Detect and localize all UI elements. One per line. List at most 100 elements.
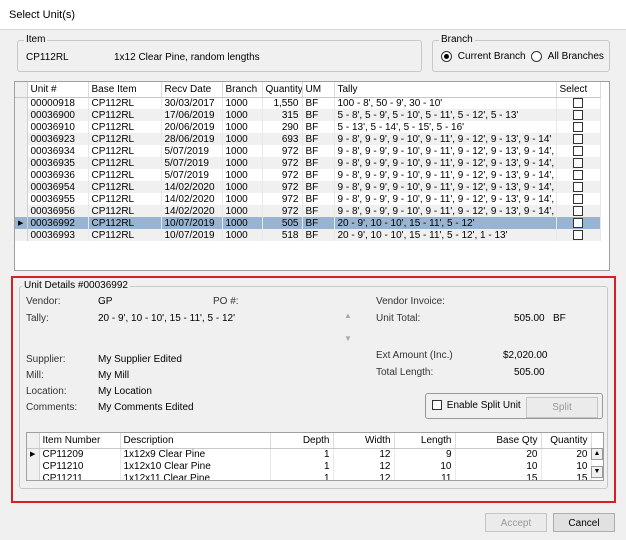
table-row[interactable]: CP11211 1x12x11 Clear Pine 1 12 11 15 15 <box>27 472 592 480</box>
table-cell: 972 <box>262 181 303 193</box>
current-branch-radio[interactable]: Current Branch <box>441 51 526 62</box>
column-header[interactable]: Depth <box>270 433 334 449</box>
column-header[interactable]: Quantity <box>262 82 303 98</box>
table-cell: 5 - 8', 5 - 9', 5 - 10', 5 - 11', 5 - 12… <box>334 109 557 121</box>
scroll-down-icon[interactable]: ▼ <box>591 466 603 478</box>
row-header[interactable] <box>15 145 28 157</box>
select-checkbox[interactable] <box>573 193 583 204</box>
table-cell: 9 - 8', 9 - 9', 9 - 10', 9 - 11', 9 - 12… <box>334 193 557 205</box>
row-header[interactable] <box>15 193 28 205</box>
row-header[interactable] <box>15 169 28 181</box>
column-header[interactable]: Select <box>556 82 601 98</box>
column-header[interactable]: Quantity <box>541 433 592 449</box>
comments-value: My Comments Edited <box>98 402 194 413</box>
table-cell: 00036936 <box>27 169 89 181</box>
table-cell: BF <box>302 193 335 205</box>
row-header[interactable] <box>27 460 40 472</box>
table-row[interactable]: 00036936 CP112RL 5/07/2019 1000 972 BF 9 - 8',… <box>15 169 601 181</box>
table-cell: BF <box>302 181 335 193</box>
table-row[interactable]: ▶ CP11209 1x12x9 Clear Pine 1 12 9 20 20 <box>27 448 592 460</box>
column-header[interactable]: Base Item <box>88 82 162 98</box>
column-header[interactable]: Recv Date <box>161 82 223 98</box>
current-branch-label: Current Branch <box>457 51 526 63</box>
all-branches-radio[interactable]: All Branches <box>531 51 604 62</box>
select-checkbox[interactable] <box>573 157 583 168</box>
row-header[interactable] <box>15 121 28 133</box>
mill-value: My Mill <box>98 370 130 381</box>
table-cell: BF <box>302 145 335 157</box>
table-cell: 12 <box>333 460 395 472</box>
accept-button[interactable]: Accept <box>485 513 547 532</box>
table-row[interactable]: CP11210 1x12x10 Clear Pine 1 12 10 10 10 <box>27 460 592 472</box>
table-row[interactable]: 00000918 CP112RL 30/03/2017 1000 1,550 BF 100 … <box>15 97 601 109</box>
table-cell: 290 <box>262 121 303 133</box>
table-cell: 9 - 8', 9 - 9', 9 - 10', 9 - 11', 9 - 12… <box>334 205 557 217</box>
table-row[interactable]: 00036934 CP112RL 5/07/2019 1000 972 BF 9 - 8',… <box>15 145 601 157</box>
table-row[interactable]: 00036955 CP112RL 14/02/2020 1000 972 BF 9 - 8'… <box>15 193 601 205</box>
item-description: 1x12 Clear Pine, random lengths <box>114 52 260 63</box>
column-header[interactable]: Description <box>120 433 271 449</box>
table-row[interactable]: 00036993 CP112RL 10/07/2019 1000 518 BF 20 - 9… <box>15 229 601 241</box>
table-row[interactable]: 00036910 CP112RL 20/06/2019 1000 290 BF 5 - 13… <box>15 121 601 133</box>
table-cell: CP11210 <box>39 460 121 472</box>
select-checkbox[interactable] <box>573 169 583 180</box>
table-cell: 1,550 <box>262 97 303 109</box>
row-header[interactable] <box>15 181 28 193</box>
row-header[interactable] <box>15 205 28 217</box>
row-header[interactable] <box>15 157 28 169</box>
po-label: PO #: <box>213 296 239 307</box>
row-header[interactable] <box>15 133 28 145</box>
row-header[interactable] <box>15 229 28 241</box>
row-header[interactable] <box>15 97 28 109</box>
table-row[interactable]: 00036935 CP112RL 5/07/2019 1000 972 BF 9 - 8',… <box>15 157 601 169</box>
table-cell: BF <box>302 217 335 229</box>
select-checkbox[interactable] <box>573 133 583 144</box>
unit-details-highlight: Unit Details #00036992 Vendor: GP PO #: … <box>11 276 616 503</box>
table-cell: 00036900 <box>27 109 89 121</box>
select-checkbox[interactable] <box>573 205 583 216</box>
column-header[interactable]: Item Number <box>39 433 121 449</box>
column-header[interactable]: Length <box>394 433 456 449</box>
table-cell: 9 - 8', 9 - 9', 9 - 10', 9 - 11', 9 - 12… <box>334 157 557 169</box>
table-row[interactable]: 00036900 CP112RL 17/06/2019 1000 315 BF 5 - 8'… <box>15 109 601 121</box>
table-cell: 1000 <box>222 145 263 157</box>
table-cell: 1000 <box>222 169 263 181</box>
table-cell: 20 <box>541 448 592 460</box>
table-cell: 1000 <box>222 157 263 169</box>
window-title: Select Unit(s) <box>9 9 76 21</box>
select-checkbox[interactable] <box>573 109 583 120</box>
current-row-arrow-icon[interactable]: ▶ <box>27 448 40 460</box>
table-row[interactable]: 00036923 CP112RL 28/06/2019 1000 693 BF 9 - 8'… <box>15 133 601 145</box>
table-row[interactable]: 00036956 CP112RL 14/02/2020 1000 972 BF 9 - 8'… <box>15 205 601 217</box>
cancel-button[interactable]: Cancel <box>553 513 615 532</box>
column-header[interactable]: Base Qty <box>455 433 542 449</box>
table-cell: 9 <box>394 448 456 460</box>
column-header[interactable]: Width <box>333 433 395 449</box>
split-button[interactable]: Split <box>526 397 598 418</box>
tally-scroll-up-icon[interactable]: ▲ <box>344 311 352 320</box>
table-row[interactable]: 00036954 CP112RL 14/02/2020 1000 972 BF 9 - 8'… <box>15 181 601 193</box>
table-cell: 1 <box>270 448 334 460</box>
current-row-arrow-icon[interactable]: ▶ <box>15 217 28 229</box>
row-header[interactable] <box>27 472 40 480</box>
table-cell: 5/07/2019 <box>161 157 223 169</box>
column-header[interactable]: UM <box>302 82 335 98</box>
enable-split-checkbox[interactable]: Enable Split Unit <box>432 400 521 411</box>
column-header[interactable]: Branch <box>222 82 263 98</box>
row-header[interactable] <box>15 109 28 121</box>
items-grid[interactable]: Item Number Description Depth Width Length Ba… <box>26 432 604 481</box>
table-cell: 00036935 <box>27 157 89 169</box>
units-grid[interactable]: Unit # Base Item Recv Date Branch Quantity UM… <box>14 81 610 271</box>
select-checkbox[interactable] <box>573 145 583 156</box>
select-checkbox[interactable] <box>573 98 583 109</box>
ext-amount-value: $2,020.00 <box>503 350 548 361</box>
select-checkbox[interactable] <box>573 181 583 192</box>
tally-scroll-down-icon[interactable]: ▼ <box>344 334 352 343</box>
table-row[interactable]: ▶ 00036992 CP112RL 10/07/2019 1000 505 BF 20 - … <box>15 217 601 229</box>
scroll-up-icon[interactable]: ▲ <box>591 448 603 460</box>
column-header[interactable]: Tally <box>334 82 557 98</box>
select-checkbox[interactable] <box>573 121 583 132</box>
column-header[interactable]: Unit # <box>27 82 89 98</box>
select-checkbox[interactable] <box>573 217 583 228</box>
select-checkbox[interactable] <box>573 229 583 240</box>
